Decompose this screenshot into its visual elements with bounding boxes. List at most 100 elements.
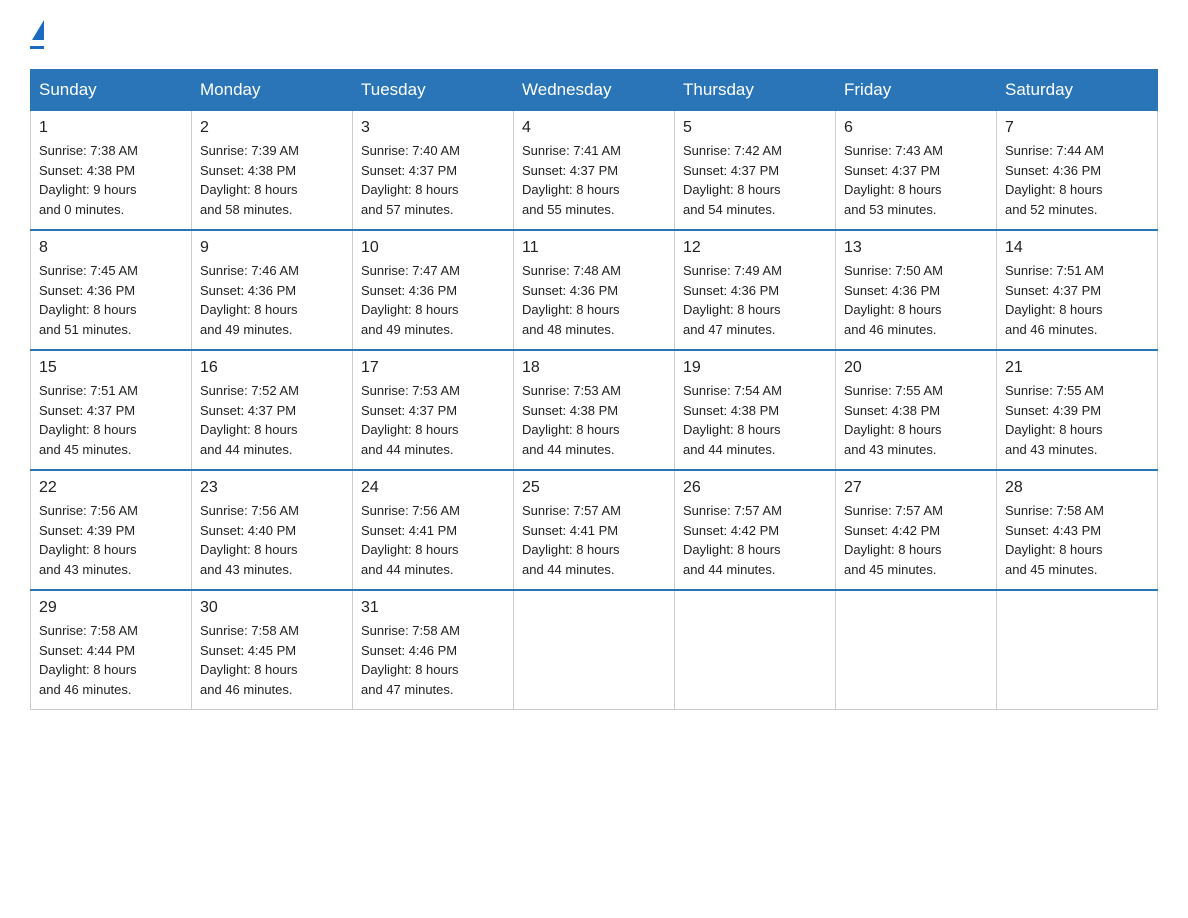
- calendar-week-1: 1 Sunrise: 7:38 AMSunset: 4:38 PMDayligh…: [31, 111, 1158, 231]
- day-info: Sunrise: 7:51 AMSunset: 4:37 PMDaylight:…: [1005, 261, 1149, 339]
- day-number: 2: [200, 119, 344, 137]
- day-number: 17: [361, 359, 505, 377]
- day-info: Sunrise: 7:58 AMSunset: 4:44 PMDaylight:…: [39, 621, 183, 699]
- day-info: Sunrise: 7:53 AMSunset: 4:38 PMDaylight:…: [522, 381, 666, 459]
- day-info: Sunrise: 7:50 AMSunset: 4:36 PMDaylight:…: [844, 261, 988, 339]
- day-number: 30: [200, 599, 344, 617]
- calendar-cell: 30 Sunrise: 7:58 AMSunset: 4:45 PMDaylig…: [192, 590, 353, 710]
- day-info: Sunrise: 7:53 AMSunset: 4:37 PMDaylight:…: [361, 381, 505, 459]
- calendar-cell: 28 Sunrise: 7:58 AMSunset: 4:43 PMDaylig…: [997, 470, 1158, 590]
- calendar-cell: 22 Sunrise: 7:56 AMSunset: 4:39 PMDaylig…: [31, 470, 192, 590]
- day-number: 6: [844, 119, 988, 137]
- day-number: 14: [1005, 239, 1149, 257]
- day-number: 3: [361, 119, 505, 137]
- logo-blue-part: [30, 20, 44, 44]
- day-info: Sunrise: 7:55 AMSunset: 4:38 PMDaylight:…: [844, 381, 988, 459]
- calendar-cell: 23 Sunrise: 7:56 AMSunset: 4:40 PMDaylig…: [192, 470, 353, 590]
- calendar-cell: 13 Sunrise: 7:50 AMSunset: 4:36 PMDaylig…: [836, 230, 997, 350]
- day-number: 24: [361, 479, 505, 497]
- day-info: Sunrise: 7:56 AMSunset: 4:40 PMDaylight:…: [200, 501, 344, 579]
- calendar-cell: 5 Sunrise: 7:42 AMSunset: 4:37 PMDayligh…: [675, 111, 836, 231]
- calendar-cell: 31 Sunrise: 7:58 AMSunset: 4:46 PMDaylig…: [353, 590, 514, 710]
- calendar-cell: 27 Sunrise: 7:57 AMSunset: 4:42 PMDaylig…: [836, 470, 997, 590]
- calendar-cell: 25 Sunrise: 7:57 AMSunset: 4:41 PMDaylig…: [514, 470, 675, 590]
- day-info: Sunrise: 7:41 AMSunset: 4:37 PMDaylight:…: [522, 141, 666, 219]
- calendar-cell: 24 Sunrise: 7:56 AMSunset: 4:41 PMDaylig…: [353, 470, 514, 590]
- calendar-cell: 29 Sunrise: 7:58 AMSunset: 4:44 PMDaylig…: [31, 590, 192, 710]
- calendar-cell: 7 Sunrise: 7:44 AMSunset: 4:36 PMDayligh…: [997, 111, 1158, 231]
- day-info: Sunrise: 7:49 AMSunset: 4:36 PMDaylight:…: [683, 261, 827, 339]
- day-number: 21: [1005, 359, 1149, 377]
- calendar-cell: [997, 590, 1158, 710]
- calendar-week-2: 8 Sunrise: 7:45 AMSunset: 4:36 PMDayligh…: [31, 230, 1158, 350]
- day-info: Sunrise: 7:56 AMSunset: 4:41 PMDaylight:…: [361, 501, 505, 579]
- calendar-cell: 11 Sunrise: 7:48 AMSunset: 4:36 PMDaylig…: [514, 230, 675, 350]
- day-number: 8: [39, 239, 183, 257]
- day-number: 22: [39, 479, 183, 497]
- calendar-header-row: SundayMondayTuesdayWednesdayThursdayFrid…: [31, 70, 1158, 111]
- col-header-wednesday: Wednesday: [514, 70, 675, 111]
- day-info: Sunrise: 7:42 AMSunset: 4:37 PMDaylight:…: [683, 141, 827, 219]
- col-header-monday: Monday: [192, 70, 353, 111]
- day-info: Sunrise: 7:58 AMSunset: 4:46 PMDaylight:…: [361, 621, 505, 699]
- day-number: 7: [1005, 119, 1149, 137]
- col-header-sunday: Sunday: [31, 70, 192, 111]
- logo: [30, 20, 44, 49]
- day-info: Sunrise: 7:48 AMSunset: 4:36 PMDaylight:…: [522, 261, 666, 339]
- calendar-cell: [836, 590, 997, 710]
- calendar-cell: 20 Sunrise: 7:55 AMSunset: 4:38 PMDaylig…: [836, 350, 997, 470]
- day-number: 20: [844, 359, 988, 377]
- calendar-cell: 15 Sunrise: 7:51 AMSunset: 4:37 PMDaylig…: [31, 350, 192, 470]
- calendar-cell: 16 Sunrise: 7:52 AMSunset: 4:37 PMDaylig…: [192, 350, 353, 470]
- col-header-saturday: Saturday: [997, 70, 1158, 111]
- day-info: Sunrise: 7:40 AMSunset: 4:37 PMDaylight:…: [361, 141, 505, 219]
- col-header-friday: Friday: [836, 70, 997, 111]
- day-info: Sunrise: 7:52 AMSunset: 4:37 PMDaylight:…: [200, 381, 344, 459]
- day-number: 5: [683, 119, 827, 137]
- day-info: Sunrise: 7:45 AMSunset: 4:36 PMDaylight:…: [39, 261, 183, 339]
- col-header-thursday: Thursday: [675, 70, 836, 111]
- day-info: Sunrise: 7:54 AMSunset: 4:38 PMDaylight:…: [683, 381, 827, 459]
- calendar-cell: 26 Sunrise: 7:57 AMSunset: 4:42 PMDaylig…: [675, 470, 836, 590]
- calendar-cell: 17 Sunrise: 7:53 AMSunset: 4:37 PMDaylig…: [353, 350, 514, 470]
- day-number: 11: [522, 239, 666, 257]
- calendar-cell: 6 Sunrise: 7:43 AMSunset: 4:37 PMDayligh…: [836, 111, 997, 231]
- calendar-cell: 12 Sunrise: 7:49 AMSunset: 4:36 PMDaylig…: [675, 230, 836, 350]
- day-info: Sunrise: 7:56 AMSunset: 4:39 PMDaylight:…: [39, 501, 183, 579]
- day-number: 15: [39, 359, 183, 377]
- day-number: 28: [1005, 479, 1149, 497]
- calendar-cell: 21 Sunrise: 7:55 AMSunset: 4:39 PMDaylig…: [997, 350, 1158, 470]
- calendar-week-4: 22 Sunrise: 7:56 AMSunset: 4:39 PMDaylig…: [31, 470, 1158, 590]
- calendar-table: SundayMondayTuesdayWednesdayThursdayFrid…: [30, 69, 1158, 710]
- day-info: Sunrise: 7:47 AMSunset: 4:36 PMDaylight:…: [361, 261, 505, 339]
- calendar-cell: 9 Sunrise: 7:46 AMSunset: 4:36 PMDayligh…: [192, 230, 353, 350]
- day-info: Sunrise: 7:58 AMSunset: 4:45 PMDaylight:…: [200, 621, 344, 699]
- calendar-cell: 19 Sunrise: 7:54 AMSunset: 4:38 PMDaylig…: [675, 350, 836, 470]
- logo-triangle-icon: [32, 20, 44, 40]
- day-info: Sunrise: 7:58 AMSunset: 4:43 PMDaylight:…: [1005, 501, 1149, 579]
- day-info: Sunrise: 7:43 AMSunset: 4:37 PMDaylight:…: [844, 141, 988, 219]
- day-info: Sunrise: 7:39 AMSunset: 4:38 PMDaylight:…: [200, 141, 344, 219]
- calendar-cell: 4 Sunrise: 7:41 AMSunset: 4:37 PMDayligh…: [514, 111, 675, 231]
- calendar-cell: 1 Sunrise: 7:38 AMSunset: 4:38 PMDayligh…: [31, 111, 192, 231]
- day-number: 23: [200, 479, 344, 497]
- logo-underline: [30, 46, 44, 49]
- day-number: 29: [39, 599, 183, 617]
- col-header-tuesday: Tuesday: [353, 70, 514, 111]
- day-number: 18: [522, 359, 666, 377]
- day-number: 31: [361, 599, 505, 617]
- day-number: 16: [200, 359, 344, 377]
- day-info: Sunrise: 7:46 AMSunset: 4:36 PMDaylight:…: [200, 261, 344, 339]
- calendar-week-3: 15 Sunrise: 7:51 AMSunset: 4:37 PMDaylig…: [31, 350, 1158, 470]
- day-number: 12: [683, 239, 827, 257]
- day-info: Sunrise: 7:51 AMSunset: 4:37 PMDaylight:…: [39, 381, 183, 459]
- day-info: Sunrise: 7:57 AMSunset: 4:41 PMDaylight:…: [522, 501, 666, 579]
- calendar-cell: 14 Sunrise: 7:51 AMSunset: 4:37 PMDaylig…: [997, 230, 1158, 350]
- day-number: 4: [522, 119, 666, 137]
- day-number: 1: [39, 119, 183, 137]
- page-header: [30, 20, 1158, 49]
- calendar-week-5: 29 Sunrise: 7:58 AMSunset: 4:44 PMDaylig…: [31, 590, 1158, 710]
- day-number: 25: [522, 479, 666, 497]
- calendar-cell: 3 Sunrise: 7:40 AMSunset: 4:37 PMDayligh…: [353, 111, 514, 231]
- calendar-cell: [675, 590, 836, 710]
